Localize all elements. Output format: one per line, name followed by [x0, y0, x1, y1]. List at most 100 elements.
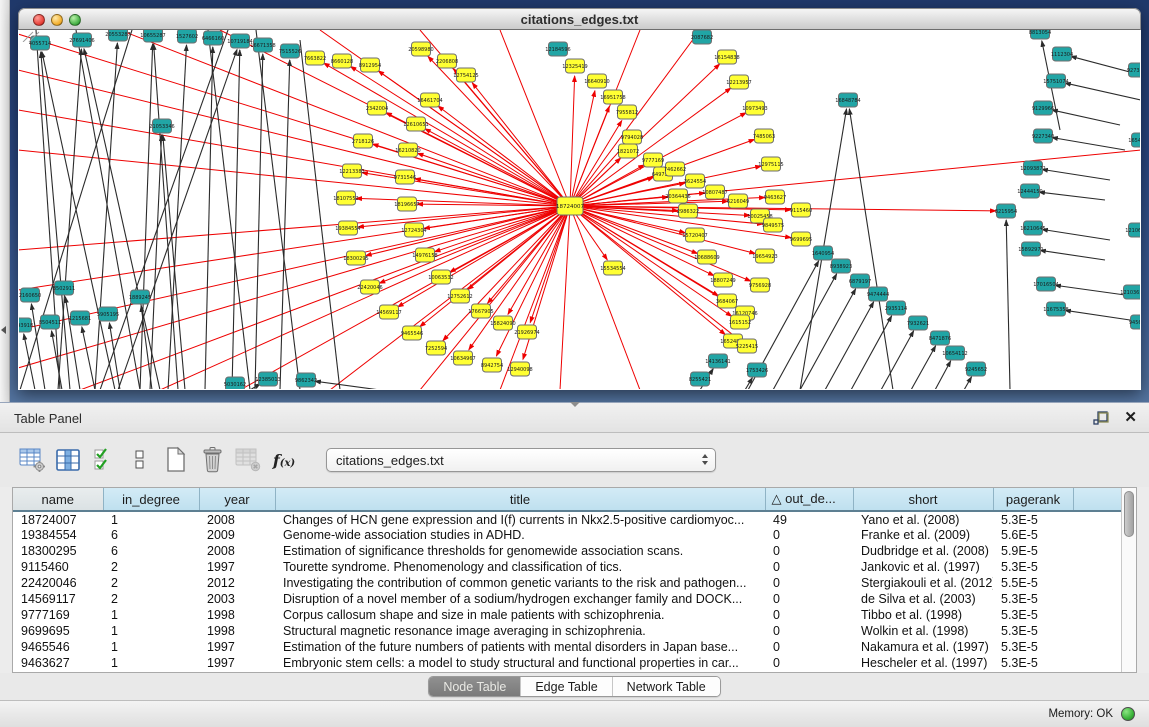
graph-node[interactable]: 18196657	[394, 197, 419, 211]
table-source-combobox[interactable]: citations_edges.txt	[326, 448, 716, 472]
graph-node[interactable]: 1821072	[617, 144, 639, 158]
table-row[interactable]: 969969511998Structural magnetic resonanc…	[13, 623, 1121, 639]
graph-node[interactable]: 9115460	[790, 203, 812, 217]
graph-node[interactable]: 7663822	[304, 51, 326, 65]
table-cell[interactable]: 9777169	[13, 607, 103, 623]
graph-node[interactable]: 11675358	[1043, 302, 1068, 316]
table-cell[interactable]: 2012	[199, 575, 275, 591]
graph-node[interactable]: 8942754	[481, 358, 503, 372]
table-row[interactable]: 911546021997Tourette syndrome. Phenomeno…	[13, 559, 1121, 575]
table-cell[interactable]: Estimation of significance thresholds fo…	[275, 543, 765, 559]
graph-node[interactable]: 12325419	[562, 59, 587, 73]
show-columns-icon[interactable]	[52, 444, 84, 476]
table-row[interactable]: 1872400712008Changes of HCN gene express…	[13, 511, 1121, 527]
graph-node[interactable]: 9794028	[621, 130, 643, 144]
table-cell[interactable]: 6	[103, 543, 199, 559]
graph-node[interactable]: 27691406	[69, 33, 94, 47]
table-cell[interactable]: 1997	[199, 559, 275, 575]
table-cell[interactable]: 1	[103, 639, 199, 655]
column-header-out_degree[interactable]: △ out_de...	[765, 488, 853, 511]
graph-node[interactable]: 16848784	[835, 93, 860, 107]
close-panel-icon[interactable]: ✕	[1124, 408, 1137, 426]
table-cell[interactable]: 0	[765, 623, 853, 639]
table-cell[interactable]: Embryonic stem cells: a model to study s…	[275, 655, 765, 671]
graph-node[interactable]: 12610651	[403, 117, 428, 131]
table-cell[interactable]: 5.3E-5	[993, 559, 1073, 575]
graph-node[interactable]: 12754125	[453, 68, 478, 82]
graph-node[interactable]: 15751074	[1043, 74, 1068, 88]
graph-node[interactable]: 16461704	[417, 93, 442, 107]
table-cell[interactable]: 2009	[199, 527, 275, 543]
graph-node[interactable]: 8215954	[995, 204, 1017, 218]
table-scrollbar[interactable]	[1121, 488, 1136, 672]
graph-node[interactable]: 10719184	[227, 34, 252, 48]
graph-node[interactable]: 15720407	[682, 228, 707, 242]
graph-node[interactable]: 20364436	[665, 189, 690, 203]
graph-node[interactable]: 9456012	[1129, 315, 1140, 329]
table-cell[interactable]: 0	[765, 575, 853, 591]
row-height-icon[interactable]	[124, 444, 156, 476]
column-header-year[interactable]: year	[199, 488, 275, 511]
graph-node[interactable]: 16640910	[584, 74, 609, 88]
graph-node[interactable]: 21053346	[149, 119, 174, 133]
graph-node[interactable]: 10973493	[742, 101, 767, 115]
table-cell[interactable]: 5.9E-5	[993, 543, 1073, 559]
graph-node[interactable]: 12975115	[758, 157, 783, 171]
graph-node[interactable]: 2935114	[885, 301, 907, 315]
table-cell[interactable]: 5.6E-5	[993, 527, 1073, 543]
graph-node[interactable]: 9465546	[401, 326, 423, 340]
table-cell[interactable]: 2	[103, 559, 199, 575]
graph-node[interactable]: 3624554	[684, 174, 706, 188]
graph-node[interactable]: 15534554	[600, 261, 625, 275]
graph-node[interactable]: 16210820	[395, 143, 420, 157]
graph-node[interactable]: 9777169	[642, 153, 664, 167]
table-cell[interactable]: 5.3E-5	[993, 511, 1073, 527]
tab-edge-table[interactable]: Edge Table	[520, 677, 611, 696]
graph-node[interactable]: 5905195	[97, 307, 119, 321]
graph-node[interactable]: 1615152	[729, 315, 751, 329]
graph-node[interactable]: 16951758	[600, 90, 625, 104]
graph-node[interactable]: 12184596	[545, 42, 570, 56]
new-document-icon[interactable]	[160, 444, 192, 476]
table-cell[interactable]: 5.3E-5	[993, 623, 1073, 639]
graph-node[interactable]: 16210645	[1020, 221, 1045, 235]
table-cell[interactable]: 9115460	[13, 559, 103, 575]
graph-node[interactable]: 1753426	[746, 363, 768, 377]
graph-node[interactable]: 8912954	[359, 58, 381, 72]
table-cell[interactable]: 1	[103, 623, 199, 639]
graph-node[interactable]: 6466160	[202, 31, 224, 45]
network-window[interactable]: citations_edges.txt 12325419166409101695…	[18, 8, 1141, 390]
table-row[interactable]: 1938455462009Genome-wide association stu…	[13, 527, 1121, 543]
table-cell[interactable]: 1	[103, 655, 199, 671]
table-cell[interactable]: 5.3E-5	[993, 655, 1073, 671]
graph-node[interactable]: 17667905	[468, 304, 493, 318]
table-cell[interactable]: 18300295	[13, 543, 103, 559]
graph-node[interactable]: 9227340	[1032, 129, 1054, 143]
table-cell[interactable]: Jankovic et al. (1997)	[853, 559, 993, 575]
table-cell[interactable]: Yano et al. (2008)	[853, 511, 993, 527]
graph-node[interactable]: 16154838	[714, 50, 739, 64]
graph-node[interactable]: 12213383	[339, 164, 364, 178]
graph-node[interactable]: 16543390	[1128, 133, 1140, 147]
graph-node[interactable]: 21926974	[514, 325, 539, 339]
graph-node[interactable]: 8255421	[689, 372, 711, 386]
graph-node[interactable]: 14569117	[376, 305, 401, 319]
table-cell[interactable]: Hescheler et al. (1997)	[853, 655, 993, 671]
table-scrollbar-thumb[interactable]	[1124, 491, 1134, 537]
table-row[interactable]: 1830029562008Estimation of significance …	[13, 543, 1121, 559]
table-cell[interactable]: 1997	[199, 655, 275, 671]
graph-node[interactable]: 3684067	[716, 294, 738, 308]
graph-node[interactable]: 10654112	[942, 346, 967, 360]
column-header-name[interactable]: name	[13, 488, 103, 511]
graph-node[interactable]: 9474444	[867, 287, 889, 301]
table-cell[interactable]: 9465546	[13, 639, 103, 655]
table-row[interactable]: 1456911722003Disruption of a novel membe…	[13, 591, 1121, 607]
table-cell[interactable]: 2008	[199, 511, 275, 527]
graph-node[interactable]: 12940098	[507, 362, 532, 376]
graph-node[interactable]: 12724304	[401, 223, 426, 237]
graph-node[interactable]: 9849575	[762, 218, 784, 232]
table-cell[interactable]: Structural magnetic resonance image aver…	[275, 623, 765, 639]
float-panel-icon[interactable]	[1093, 410, 1109, 426]
canvas-resize-grip[interactable]	[19, 30, 41, 42]
table-cell[interactable]: 0	[765, 543, 853, 559]
